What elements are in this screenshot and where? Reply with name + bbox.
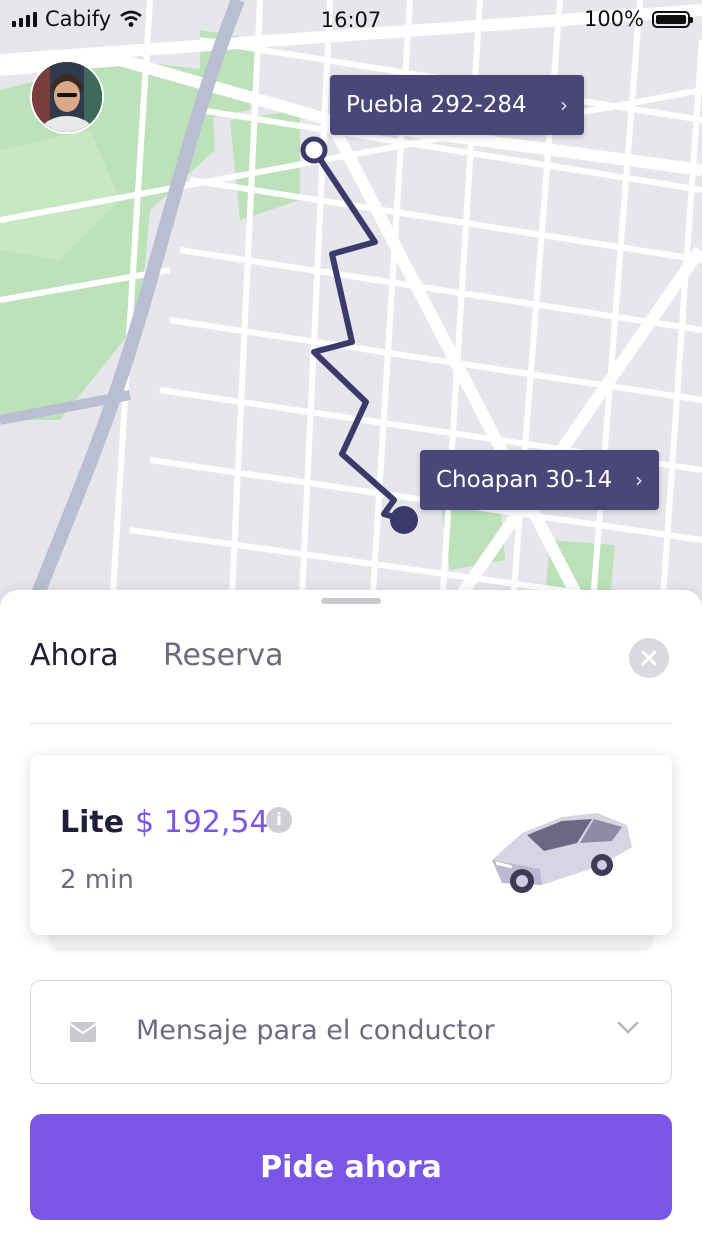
ride-option-price: $ 192,54 [135, 805, 269, 840]
sheet-grabber[interactable] [321, 598, 381, 604]
chevron-right-icon: › [560, 93, 568, 117]
avatar[interactable] [30, 60, 104, 134]
battery-icon [652, 10, 693, 28]
ride-option-name: Lite [60, 805, 125, 840]
booking-sheet: Ahora Reserva Lite $ 192,54 i 2 min Mens… [0, 590, 702, 1248]
battery-percent: 100% [583, 7, 644, 31]
request-ride-button[interactable]: Pide ahora [30, 1114, 672, 1220]
driver-message-placeholder: Mensaje para el conductor [136, 1015, 495, 1046]
info-icon[interactable]: i [266, 807, 292, 833]
mail-icon [69, 1022, 97, 1042]
ride-option-card[interactable]: Lite $ 192,54 i 2 min [30, 755, 672, 935]
destination-address-label: Choapan 30-14 [436, 467, 613, 493]
chevron-down-icon [617, 1021, 639, 1034]
divider [30, 723, 672, 724]
close-icon [641, 650, 657, 666]
destination-address-tag[interactable]: Choapan 30-14 › [420, 450, 659, 510]
close-button[interactable] [629, 638, 669, 678]
status-bar: Cabify 16:07 100% [0, 0, 702, 40]
origin-address-label: Puebla 292-284 [346, 92, 527, 118]
battery-group: 100% [583, 7, 693, 31]
car-icon [492, 813, 632, 893]
profile-photo-icon [32, 62, 102, 132]
ride-option-eta: 2 min [60, 865, 134, 895]
origin-address-tag[interactable]: Puebla 292-284 › [330, 75, 584, 135]
chevron-right-icon: › [635, 468, 643, 492]
tab-reserva[interactable]: Reserva [163, 638, 284, 673]
driver-message-field[interactable]: Mensaje para el conductor [30, 980, 672, 1084]
tab-ahora[interactable]: Ahora [30, 638, 119, 673]
